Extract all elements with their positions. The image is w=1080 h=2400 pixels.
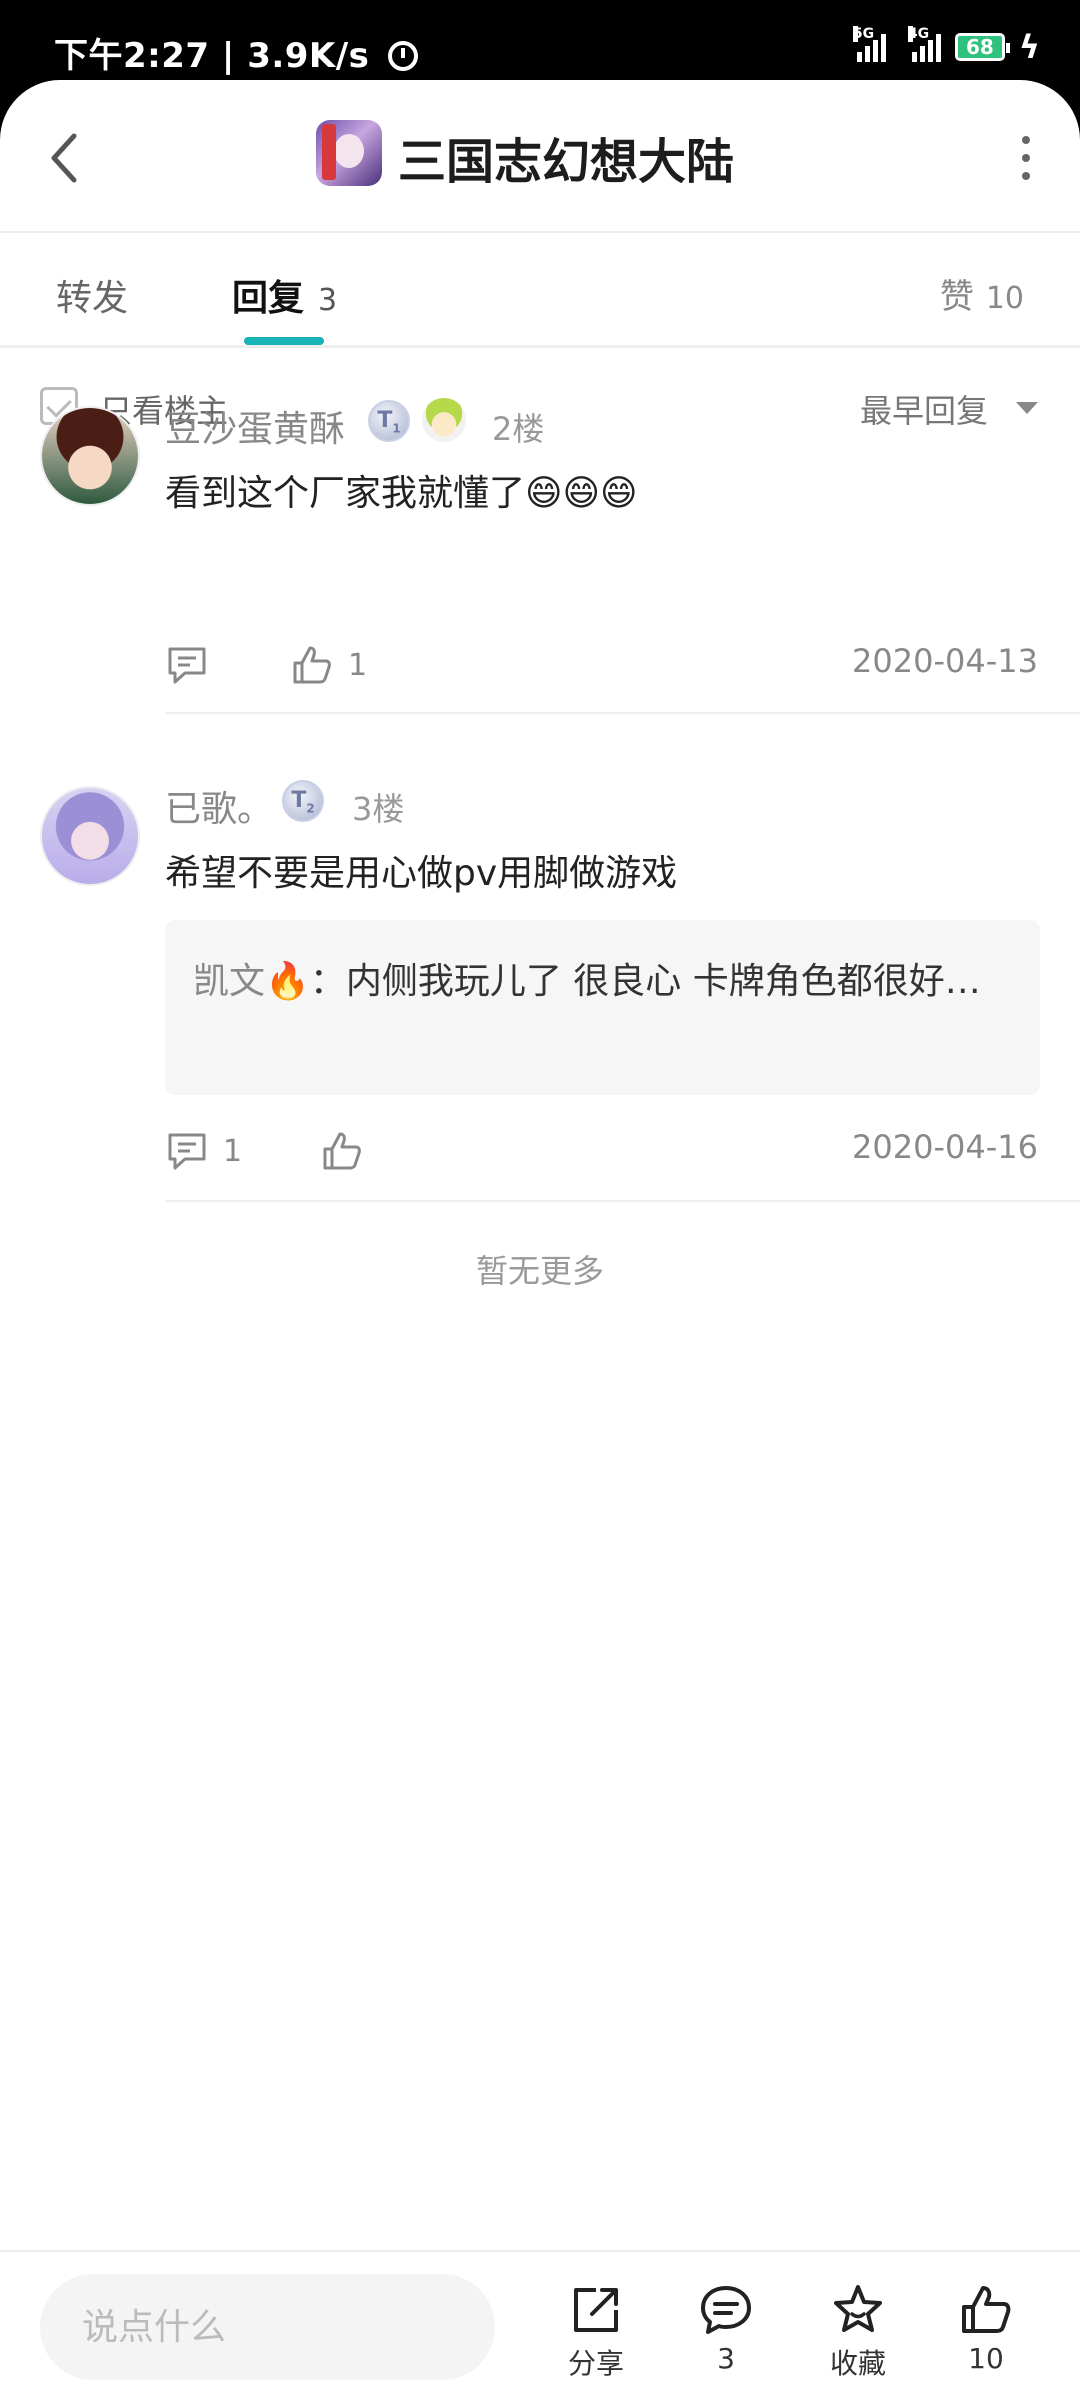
reply-date: 2020-04-16 (852, 1128, 1038, 1166)
likes-count: 10 (968, 2342, 1004, 2375)
tab-like-count: 10 (985, 281, 1024, 316)
quoted-text: ：内侧我玩儿了 很良心 卡牌角色都很好… (309, 961, 981, 1002)
reply-like-button[interactable]: 1 (290, 640, 367, 690)
level-badge-icon: T2 (282, 780, 324, 822)
avatar[interactable] (40, 786, 140, 886)
divider (165, 1200, 1080, 1202)
bottom-bar: 分享 3 收藏 10 (0, 2250, 1080, 2400)
tab-indicator (244, 337, 324, 345)
quoted-username[interactable]: 凯文🔥 (193, 961, 310, 1002)
thumb-up-icon (293, 646, 331, 684)
tab-like-label: 赞 (939, 277, 974, 317)
share-label: 分享 (567, 2347, 624, 2380)
tab-reply-count: 3 (318, 283, 338, 318)
thumb-up-icon (962, 2286, 1011, 2333)
alarm-icon (387, 41, 418, 71)
reply-like-count: 1 (348, 647, 368, 683)
signal-5g-icon: 5G (852, 26, 886, 62)
quoted-reply[interactable]: 凯文🔥：内侧我玩儿了 很良心 卡牌角色都很好… (165, 920, 1040, 1095)
tab-bar: 转发 回复 3 赞 10 (0, 233, 1080, 348)
status-time: 下午2:27 | 3.9K/s (54, 28, 418, 77)
comments-count: 3 (717, 2342, 735, 2375)
level-badge-icon: T1 (368, 400, 410, 442)
reply-comment-button[interactable]: 1 (165, 1126, 242, 1176)
comments-button[interactable]: 3 (676, 2282, 776, 2392)
reply-username[interactable]: 豆沙蛋黄酥 (165, 400, 345, 452)
tab-forward[interactable]: 转发 (56, 269, 128, 321)
comment-bubble-icon (701, 2286, 751, 2334)
status-indicators: 5G 4G 68 ϟ (852, 26, 1040, 66)
page-title[interactable]: 三国志幻想大陆 (398, 122, 734, 192)
thumb-up-icon (323, 1132, 361, 1170)
favorite-label: 收藏 (829, 2347, 886, 2380)
tab-reply-label: 回复 (232, 278, 305, 319)
more-options-icon[interactable] (1016, 136, 1036, 180)
share-icon (574, 2288, 618, 2332)
app-panel: 三国志幻想大陆 转发 回复 3 赞 10 只看楼主 最早回复 豆沙蛋黄酥 T1 2楼… (0, 80, 1080, 2400)
avatar[interactable] (40, 406, 140, 506)
comment-icon (168, 1133, 206, 1170)
like-button[interactable]: 10 (936, 2282, 1036, 2392)
status-bar: 下午2:27 | 3.9K/s 5G 4G 68 ϟ (0, 0, 1080, 80)
floor-number: 2楼 (492, 410, 545, 448)
top-bar: 三国志幻想大陆 (0, 80, 1080, 233)
charging-icon: ϟ (1018, 28, 1040, 66)
reply-item: 已歌。 T2 3楼 希望不要是用心做pv用脚做游戏 (0, 780, 1080, 930)
reply-item: 豆沙蛋黄酥 T1 2楼 看到这个厂家我就懂了😄😄😄 (0, 398, 1080, 550)
reply-username[interactable]: 已歌。 (165, 780, 273, 832)
battery-icon: 68 (954, 33, 1010, 61)
share-button[interactable]: 分享 (546, 2282, 646, 2392)
pet-badge-icon (422, 398, 466, 442)
signal-4g-icon: 4G (907, 26, 941, 62)
reply-comment-count: 1 (223, 1133, 243, 1169)
no-more-label: 暂无更多 (475, 1252, 604, 1290)
star-icon (834, 2285, 882, 2332)
reply-like-button[interactable] (320, 1126, 378, 1176)
tab-like[interactable]: 赞 10 (940, 269, 1024, 318)
clock-time: 下午2:27 (54, 36, 210, 76)
comment-icon (168, 647, 206, 684)
game-icon[interactable] (316, 120, 382, 186)
comment-input[interactable] (40, 2274, 495, 2380)
favorite-button[interactable]: 收藏 (808, 2282, 908, 2392)
floor-number: 3楼 (352, 790, 405, 828)
network-speed: 3.9K/s (247, 36, 370, 76)
reply-comment-button[interactable] (165, 640, 223, 690)
reply-content[interactable]: 希望不要是用心做pv用脚做游戏 (165, 844, 677, 896)
reply-content[interactable]: 看到这个厂家我就懂了😄😄😄 (165, 464, 638, 516)
divider (165, 712, 1080, 714)
tab-reply[interactable]: 回复 3 (232, 269, 337, 321)
back-arrow-icon[interactable] (42, 128, 92, 188)
reply-date: 2020-04-13 (852, 642, 1038, 680)
